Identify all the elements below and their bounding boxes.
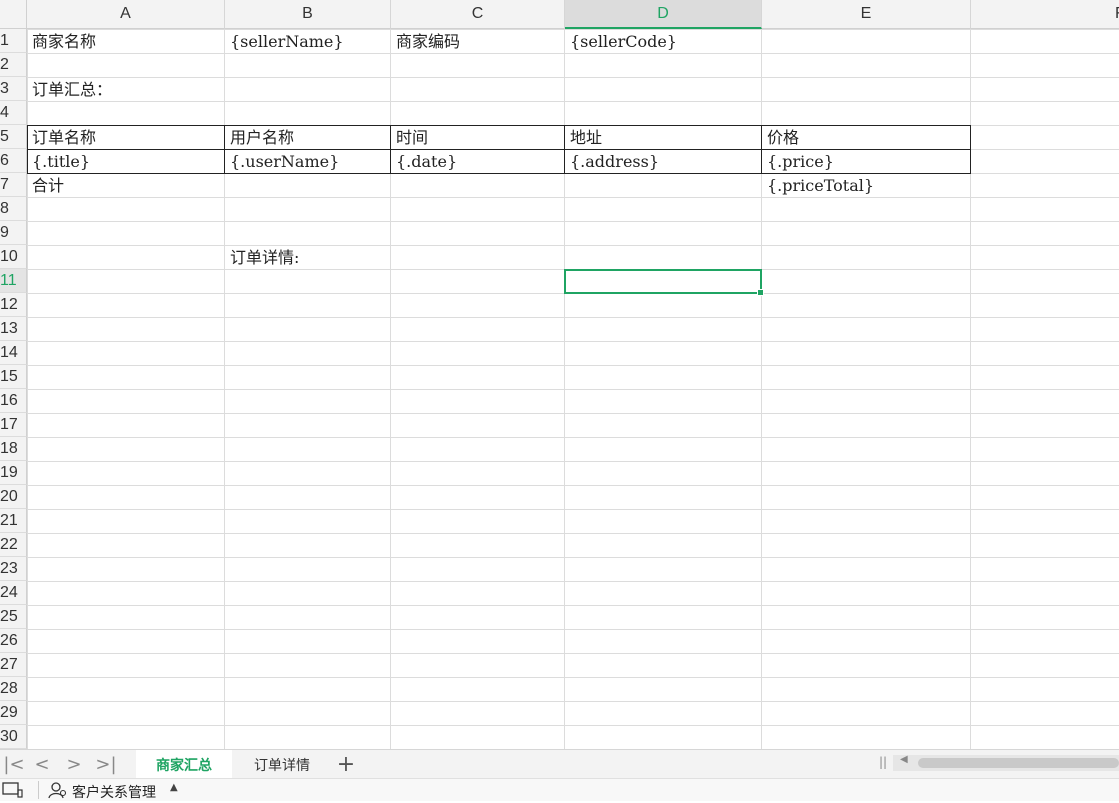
cell-b10[interactable]: 订单详情: bbox=[225, 246, 299, 270]
row-header-1[interactable]: 1 bbox=[0, 29, 27, 53]
cell-d1[interactable]: {sellerCode} bbox=[565, 30, 677, 54]
select-all-corner[interactable] bbox=[0, 0, 27, 29]
column-header-a[interactable]: A bbox=[27, 0, 225, 29]
cell-e5[interactable]: 价格 bbox=[762, 126, 799, 150]
row-header-8[interactable]: 8 bbox=[0, 197, 27, 221]
row-header-30[interactable]: 30 bbox=[0, 725, 27, 749]
row-header-14[interactable]: 14 bbox=[0, 341, 27, 365]
screen-icon[interactable] bbox=[2, 781, 24, 803]
column-header-d[interactable]: D bbox=[565, 0, 762, 29]
row-header-4[interactable]: 4 bbox=[0, 101, 27, 125]
row-header-6[interactable]: 6 bbox=[0, 149, 27, 173]
cell-e6[interactable]: {.price} bbox=[762, 150, 834, 174]
horizontal-scrollbar[interactable] bbox=[893, 755, 1119, 771]
cell-a1[interactable]: 商家名称 bbox=[27, 30, 96, 54]
status-divider bbox=[38, 781, 39, 799]
cell-a7[interactable]: 合计 bbox=[27, 174, 64, 198]
last-sheet-icon[interactable]: >| bbox=[94, 753, 118, 775]
cell-a5[interactable]: 订单名称 bbox=[27, 126, 96, 150]
column-header-c[interactable]: C bbox=[391, 0, 565, 29]
row-header-13[interactable]: 13 bbox=[0, 317, 27, 341]
row-header-19[interactable]: 19 bbox=[0, 461, 27, 485]
first-sheet-icon[interactable]: |< bbox=[2, 753, 26, 775]
cell-d5[interactable]: 地址 bbox=[565, 126, 602, 150]
active-cell-d11[interactable] bbox=[564, 269, 764, 296]
row-header-3[interactable]: 3 bbox=[0, 77, 27, 101]
row-header-10[interactable]: 10 bbox=[0, 245, 27, 269]
row-header-23[interactable]: 23 bbox=[0, 557, 27, 581]
cell-b1[interactable]: {sellerName} bbox=[225, 30, 344, 54]
caret-up-icon[interactable]: ▲ bbox=[170, 782, 178, 793]
add-sheet-icon[interactable]: + bbox=[334, 751, 358, 777]
cell-e7[interactable]: {.priceTotal} bbox=[762, 174, 874, 198]
row-header-7[interactable]: 7 bbox=[0, 173, 27, 197]
row-header-25[interactable]: 25 bbox=[0, 605, 27, 629]
cell-b6[interactable]: {.userName} bbox=[225, 150, 339, 174]
row-header-26[interactable]: 26 bbox=[0, 629, 27, 653]
row-header-24[interactable]: 24 bbox=[0, 581, 27, 605]
scroll-left-icon[interactable]: ◀ bbox=[900, 754, 908, 765]
sheet-tab-details[interactable]: 订单详情 bbox=[234, 750, 330, 779]
scrollbar-thumb[interactable] bbox=[918, 758, 1119, 768]
row-header-11[interactable]: 11 bbox=[0, 269, 27, 293]
status-bar: 客户关系管理 ▲ bbox=[0, 778, 1119, 801]
row-header-21[interactable]: 21 bbox=[0, 509, 27, 533]
row-header-9[interactable]: 9 bbox=[0, 221, 27, 245]
cell-a6[interactable]: {.title} bbox=[27, 150, 90, 174]
user-manage-icon[interactable] bbox=[48, 781, 68, 803]
column-header-f[interactable]: F bbox=[971, 0, 1119, 29]
column-header-b[interactable]: B bbox=[225, 0, 391, 29]
column-header-e[interactable]: E bbox=[762, 0, 971, 29]
row-header-18[interactable]: 18 bbox=[0, 437, 27, 461]
row-header-29[interactable]: 29 bbox=[0, 701, 27, 725]
prev-sheet-icon[interactable]: < bbox=[30, 753, 54, 775]
row-header-15[interactable]: 15 bbox=[0, 365, 27, 389]
split-handle-icon[interactable]: || bbox=[879, 755, 887, 769]
row-header-16[interactable]: 16 bbox=[0, 389, 27, 413]
cell-d6[interactable]: {.address} bbox=[565, 150, 659, 174]
row-header-27[interactable]: 27 bbox=[0, 653, 27, 677]
row-header-2[interactable]: 2 bbox=[0, 53, 27, 77]
crm-label[interactable]: 客户关系管理 bbox=[72, 782, 156, 802]
row-header-20[interactable]: 20 bbox=[0, 485, 27, 509]
spreadsheet-area: A B C D E F 1234567891011121314151617181… bbox=[0, 0, 1119, 749]
row-header-28[interactable]: 28 bbox=[0, 677, 27, 701]
row-header-5[interactable]: 5 bbox=[0, 125, 27, 149]
next-sheet-icon[interactable]: > bbox=[62, 753, 86, 775]
fill-handle[interactable] bbox=[757, 289, 764, 296]
row-header-12[interactable]: 12 bbox=[0, 293, 27, 317]
row-header-22[interactable]: 22 bbox=[0, 533, 27, 557]
cell-a3[interactable]: 订单汇总： bbox=[27, 78, 112, 102]
row-header-17[interactable]: 17 bbox=[0, 413, 27, 437]
cell-c1[interactable]: 商家编码 bbox=[391, 30, 460, 54]
cell-b5[interactable]: 用户名称 bbox=[225, 126, 294, 150]
sheet-tab-summary[interactable]: 商家汇总 bbox=[136, 750, 232, 779]
cell-c6[interactable]: {.date} bbox=[391, 150, 457, 174]
cell-c5[interactable]: 时间 bbox=[391, 126, 428, 150]
sheet-tab-bar: |< < > >| 商家汇总 订单详情 + || ◀ bbox=[0, 749, 1119, 779]
